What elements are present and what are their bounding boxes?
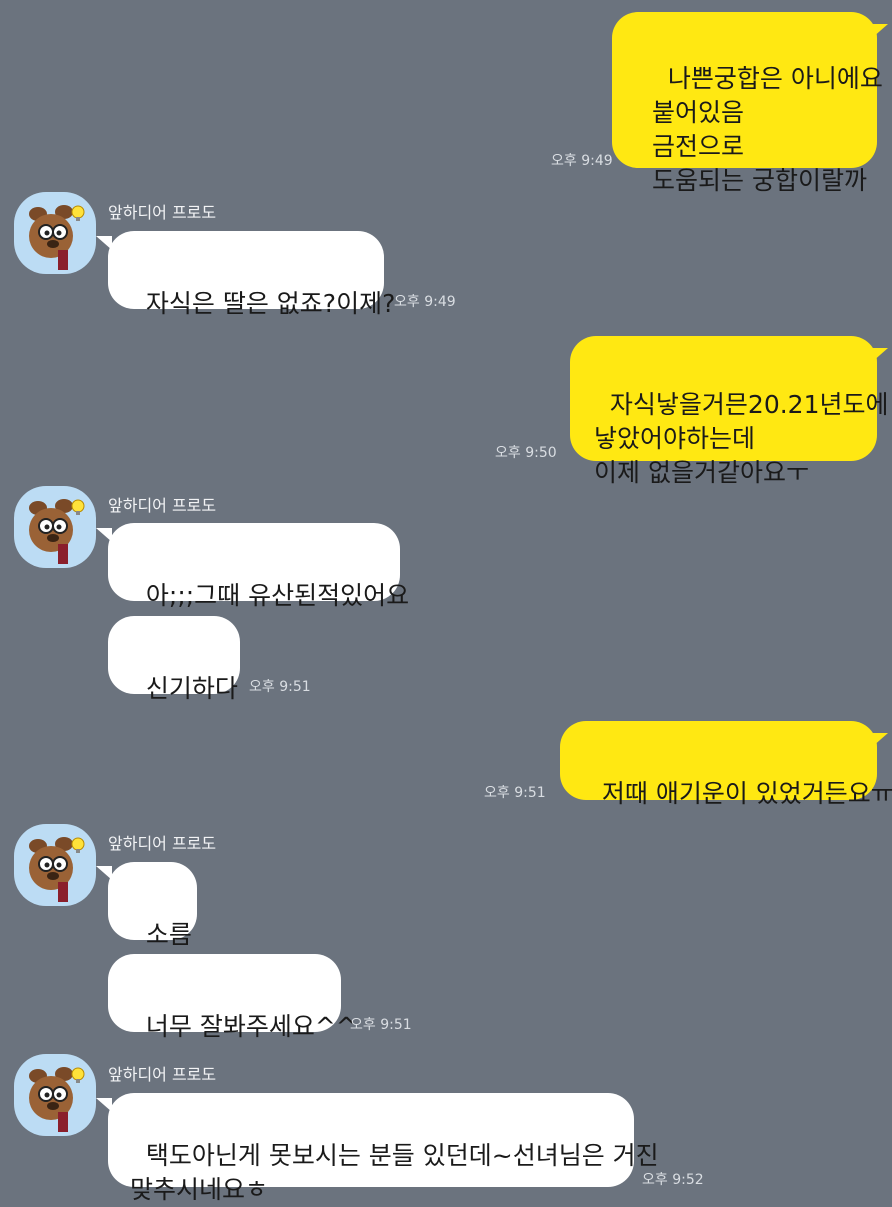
avatar[interactable] — [14, 1054, 96, 1136]
message-text: 자식은 딸은 없죠?이제? — [145, 289, 396, 318]
bubble-tail — [872, 24, 888, 38]
their-message-bubble[interactable]: 아;;;그때 유산된적있어요 — [108, 523, 409, 610]
avatar[interactable] — [14, 824, 96, 906]
message-time: 오후 9:49 — [394, 294, 456, 310]
contact-name: 앞하디어 프로도 — [108, 1065, 217, 1084]
frodo-character-icon — [29, 205, 85, 270]
message-text: 신기하다 — [145, 674, 238, 703]
frodo-character-icon — [29, 837, 85, 902]
message-text: 너무 잘봐주세요^^ — [145, 1012, 357, 1041]
contact-name: 앞하디어 프로도 — [108, 834, 217, 853]
frodo-character-icon — [29, 499, 85, 564]
message-text: 나쁜궁합은 아니에요 붙어있음 금전으로 도움되는 궁합이랄까 — [652, 64, 883, 195]
contact-name: 앞하디어 프로도 — [108, 496, 217, 515]
message-text: 택도아닌게 못보시는 분들 있던데~선녀님은 거진 맞추시네요ㅎ — [130, 1141, 659, 1204]
message-time: 오후 9:50 — [495, 445, 557, 461]
message-text: 소름 — [145, 920, 192, 949]
message-time: 오후 9:51 — [249, 679, 311, 695]
their-message-bubble[interactable]: 택도아닌게 못보시는 분들 있던데~선녀님은 거진 맞추시네요ㅎ — [108, 1093, 659, 1204]
my-message-bubble[interactable]: 자식낳을거믄20.21년도에 낳았어야하는데 이제 없을거같아요ㅜ — [570, 336, 888, 487]
my-message-bubble[interactable]: 저때 애기운이 있었거든요ㅠ — [560, 721, 892, 808]
their-message-bubble[interactable]: 소름 — [108, 862, 197, 949]
message-time: 오후 9:51 — [350, 1017, 412, 1033]
avatar[interactable] — [14, 486, 96, 568]
contact-name: 앞하디어 프로도 — [108, 203, 217, 222]
message-text: 자식낳을거믄20.21년도에 낳았어야하는데 이제 없을거같아요ㅜ — [594, 390, 889, 487]
message-time: 오후 9:49 — [551, 153, 613, 169]
bubble-tail — [872, 733, 888, 747]
message-time: 오후 9:52 — [642, 1172, 704, 1188]
message-text: 아;;;그때 유산된적있어요 — [145, 581, 410, 610]
their-message-bubble[interactable]: 너무 잘봐주세요^^ — [108, 954, 357, 1041]
their-message-bubble[interactable]: 자식은 딸은 없죠?이제? — [108, 231, 395, 318]
message-text: 저때 애기운이 있었거든요ㅠ — [601, 779, 892, 808]
their-message-bubble[interactable]: 신기하다 — [108, 616, 240, 703]
frodo-character-icon — [29, 1067, 85, 1132]
avatar[interactable] — [14, 192, 96, 274]
bubble-tail — [872, 348, 888, 362]
my-message-bubble[interactable]: 나쁜궁합은 아니에요 붙어있음 금전으로 도움되는 궁합이랄까 — [612, 12, 883, 195]
message-time: 오후 9:51 — [484, 785, 546, 801]
